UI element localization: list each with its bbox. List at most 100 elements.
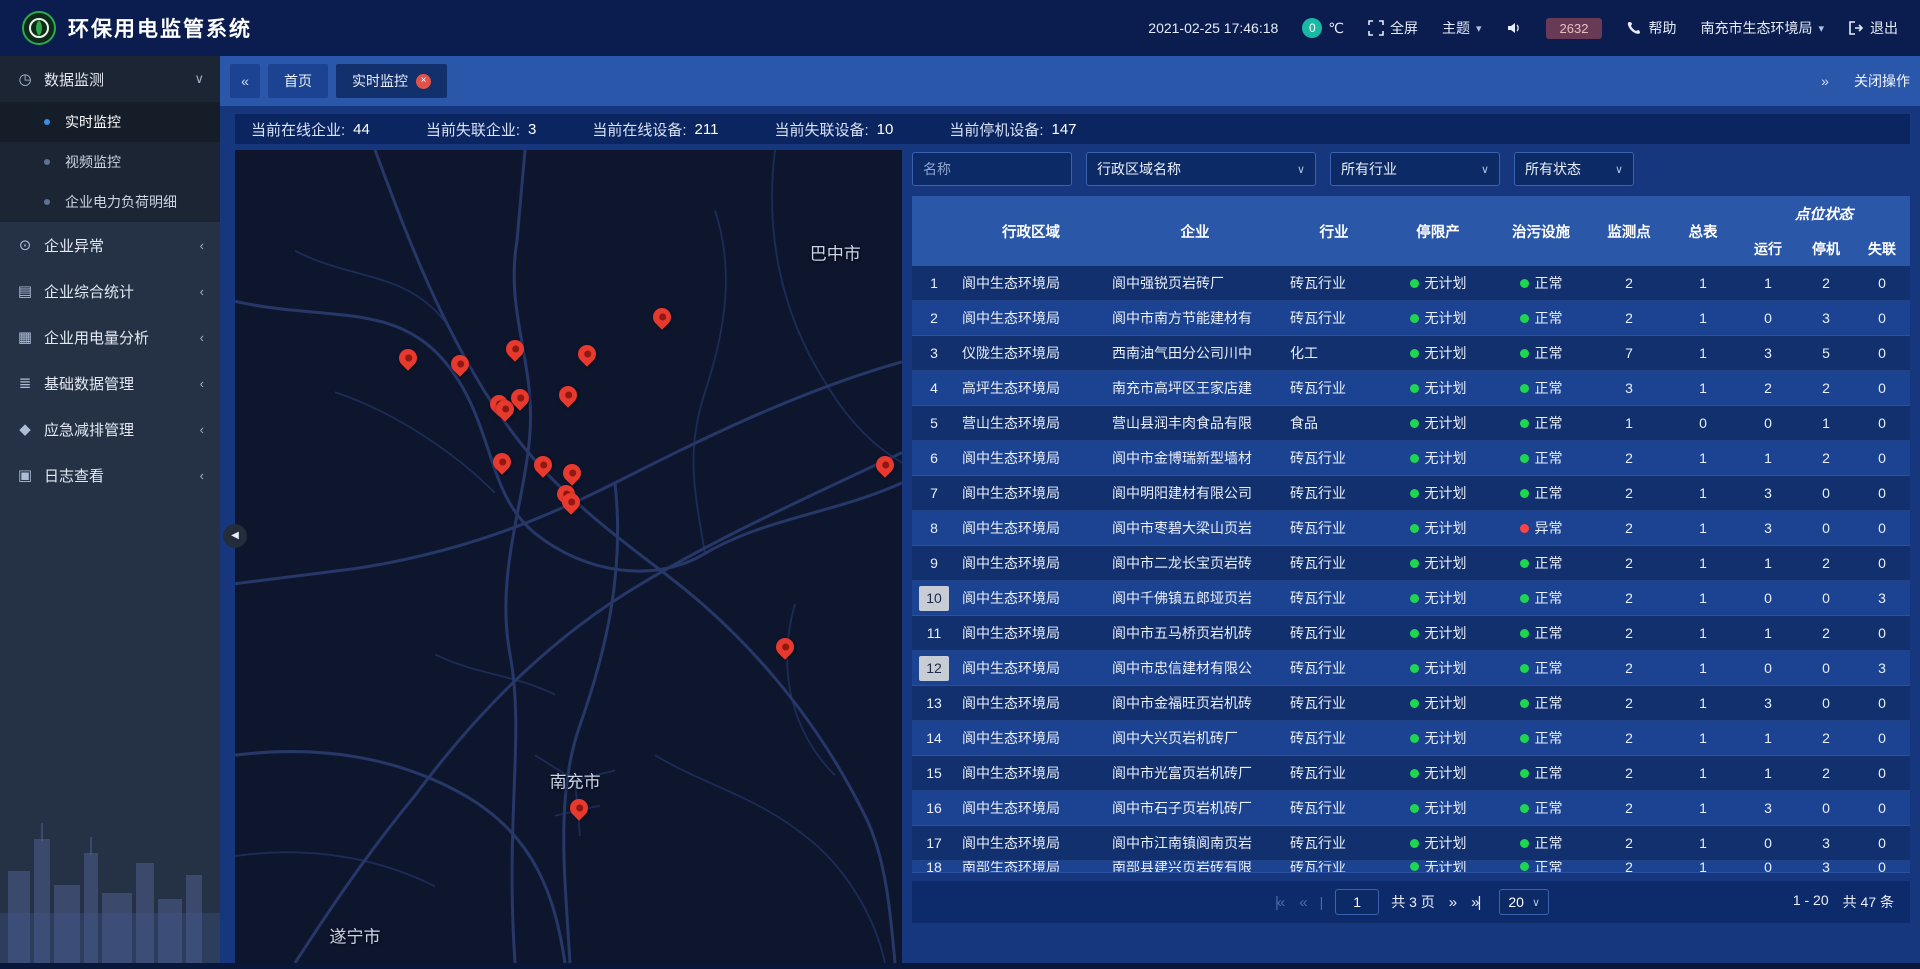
sidebar-subitem[interactable]: 视频监控 — [0, 142, 220, 182]
table-row[interactable]: 13 阆中生态环境局 阆中市金福旺页岩机砖 砖瓦行业 无计划 正常 2 1 3 … — [912, 686, 1910, 721]
window-edge — [0, 963, 1920, 969]
sidebar-item[interactable]: ⊙ 企业异常 ‹ — [0, 222, 220, 268]
sidebar-item[interactable]: ▦ 企业用电量分析 ‹ — [0, 314, 220, 360]
table-row[interactable]: 16 阆中生态环境局 阆中市石子页岩机砖厂 砖瓦行业 无计划 正常 2 1 3 … — [912, 791, 1910, 826]
region-select[interactable]: 行政区域名称 ∨ — [1086, 152, 1316, 186]
fullscreen-icon — [1368, 20, 1384, 36]
close-tab-icon[interactable]: × — [416, 74, 431, 89]
table-row[interactable]: 5 营山生态环境局 营山县润丰肉食品有限 食品 无计划 正常 1 0 0 1 0 — [912, 406, 1910, 441]
map-pin[interactable] — [653, 308, 671, 326]
stat-item: 当前失联企业: 3 — [426, 119, 537, 140]
page-number-input[interactable] — [1335, 889, 1379, 915]
map-pin[interactable] — [559, 386, 577, 404]
map-pin[interactable] — [562, 493, 580, 511]
speaker-icon[interactable] — [1506, 20, 1522, 36]
map-pin[interactable] — [776, 638, 794, 656]
table-row[interactable]: 1 阆中生态环境局 阆中强锐页岩砖厂 砖瓦行业 无计划 正常 2 1 1 2 0 — [912, 266, 1910, 301]
cell-region: 阆中生态环境局 — [956, 651, 1106, 685]
cell-limit: 无计划 — [1384, 581, 1492, 615]
cell-meter: 1 — [1668, 861, 1738, 872]
cell-stop: 2 — [1798, 266, 1854, 300]
tab[interactable]: 首页 — [268, 64, 328, 98]
cell-run: 2 — [1738, 371, 1798, 405]
table-row[interactable]: 10 阆中生态环境局 阆中千佛镇五郎垭页岩 砖瓦行业 无计划 正常 2 1 0 … — [912, 581, 1910, 616]
cell-region: 阆中生态环境局 — [956, 301, 1106, 335]
sidebar-item-label: 日志查看 — [44, 465, 104, 486]
cell-facility: 正常 — [1492, 686, 1590, 720]
theme-dropdown[interactable]: 主题 ▾ — [1442, 18, 1482, 38]
pagination-summary: 1 - 20 共 47 条 — [1793, 892, 1894, 912]
header-limit: 停限产 — [1384, 196, 1492, 266]
skyline-decoration — [0, 793, 220, 963]
map-pin[interactable] — [570, 799, 588, 817]
map-pin[interactable] — [511, 389, 529, 407]
table-row[interactable]: 9 阆中生态环境局 阆中市二龙长宝页岩砖 砖瓦行业 无计划 正常 2 1 1 2… — [912, 546, 1910, 581]
cell-stop: 0 — [1798, 511, 1854, 545]
sidebar-subitem[interactable]: 实时监控 — [0, 102, 220, 142]
cell-meter: 1 — [1668, 826, 1738, 860]
map-pin[interactable] — [534, 456, 552, 474]
name-search-input[interactable] — [912, 152, 1072, 186]
table-row[interactable]: 2 阆中生态环境局 阆中市南方节能建材有 砖瓦行业 无计划 正常 2 1 0 3… — [912, 301, 1910, 336]
sidebar-item[interactable]: ◆ 应急减排管理 ‹ — [0, 406, 220, 452]
map-pin[interactable] — [506, 340, 524, 358]
table-row[interactable]: 6 阆中生态环境局 阆中市金博瑞新型墙材 砖瓦行业 无计划 正常 2 1 1 2… — [912, 441, 1910, 476]
sidebar-item[interactable]: ▤ 企业综合统计 ‹ — [0, 268, 220, 314]
table-row[interactable]: 7 阆中生态环境局 阆中明阳建材有限公司 砖瓦行业 无计划 正常 2 1 3 0… — [912, 476, 1910, 511]
sidebar-item[interactable]: ◷ 数据监测 ∨ — [0, 56, 220, 102]
status-select[interactable]: 所有状态 ∨ — [1514, 152, 1634, 186]
first-page-icon[interactable]: |« — [1273, 894, 1285, 911]
cell-limit: 无计划 — [1384, 686, 1492, 720]
sidebar-item[interactable]: ≣ 基础数据管理 ‹ — [0, 360, 220, 406]
map-pin[interactable] — [451, 355, 469, 373]
tabs-scroll-right-icon[interactable]: » — [1810, 64, 1840, 98]
map-pin[interactable] — [493, 453, 511, 471]
cell-region: 阆中生态环境局 — [956, 581, 1106, 615]
table-row[interactable]: 8 阆中生态环境局 阆中市枣碧大梁山页岩 砖瓦行业 无计划 异常 2 1 3 0… — [912, 511, 1910, 546]
last-page-icon[interactable]: »| — [1469, 894, 1481, 911]
fullscreen-button[interactable]: 全屏 — [1368, 18, 1418, 38]
map-pin[interactable] — [578, 345, 596, 363]
cell-facility: 正常 — [1492, 616, 1590, 650]
tabs-scroll-left-icon[interactable]: « — [230, 64, 260, 98]
cell-industry: 砖瓦行业 — [1284, 756, 1384, 790]
next-page-icon[interactable]: » — [1447, 894, 1457, 911]
table-row[interactable]: 3 仪陇生态环境局 西南油气田分公司川中 化工 无计划 正常 7 1 3 5 0 — [912, 336, 1910, 371]
logout-button[interactable]: 退出 — [1848, 18, 1898, 38]
help-button[interactable]: 帮助 — [1626, 18, 1676, 38]
cell-points: 2 — [1590, 756, 1668, 790]
tab-bar: « 首页实时监控× » 关闭操作 — [220, 56, 1920, 106]
log-view-icon: ▣ — [16, 466, 34, 484]
cell-run: 1 — [1738, 756, 1798, 790]
status-dot-green — [1520, 384, 1529, 393]
table-row[interactable]: 4 高坪生态环境局 南充市高坪区王家店建 砖瓦行业 无计划 正常 3 1 2 2… — [912, 371, 1910, 406]
map-panel[interactable]: 巴中市南充市遂宁市 ◀ — [235, 150, 902, 963]
collapse-map-button[interactable]: ◀ — [223, 524, 247, 548]
sidebar-item-label: 企业综合统计 — [44, 281, 134, 302]
cell-points: 2 — [1590, 266, 1668, 300]
sidebar-subitem[interactable]: 企业电力负荷明细 — [0, 182, 220, 222]
chevron-left-icon: ‹ — [200, 376, 204, 391]
table-row[interactable]: 18 南部生态环境局 南部县建兴页岩砖有限 砖瓦行业 无计划 正常 2 1 0 … — [912, 861, 1910, 873]
table-row[interactable]: 17 阆中生态环境局 阆中市江南镇阆南页岩 砖瓦行业 无计划 正常 2 1 0 … — [912, 826, 1910, 861]
cell-facility: 正常 — [1492, 476, 1590, 510]
table-row[interactable]: 11 阆中生态环境局 阆中市五马桥页岩机砖 砖瓦行业 无计划 正常 2 1 1 … — [912, 616, 1910, 651]
cell-lost: 0 — [1854, 686, 1910, 720]
map-pin[interactable] — [563, 464, 581, 482]
tab[interactable]: 实时监控× — [336, 64, 447, 98]
map-pin[interactable] — [876, 456, 894, 474]
table-row[interactable]: 15 阆中生态环境局 阆中市光富页岩机砖厂 砖瓦行业 无计划 正常 2 1 1 … — [912, 756, 1910, 791]
table-row[interactable]: 12 阆中生态环境局 阆中市忠信建材有限公 砖瓦行业 无计划 正常 2 1 0 … — [912, 651, 1910, 686]
map-pin[interactable] — [399, 349, 417, 367]
table-row[interactable]: 14 阆中生态环境局 阆中大兴页岩机砖厂 砖瓦行业 无计划 正常 2 1 1 2… — [912, 721, 1910, 756]
page-size-select[interactable]: 20 ∨ — [1499, 889, 1549, 915]
map-overlay: 巴中市南充市遂宁市 — [235, 150, 902, 963]
data-monitor-icon: ◷ — [16, 70, 34, 88]
prev-page-icon[interactable]: « — [1297, 894, 1307, 911]
notification-count-badge[interactable]: 2632 — [1546, 18, 1603, 39]
org-dropdown[interactable]: 南充市生态环境局 ▾ — [1700, 18, 1824, 38]
cell-meter: 1 — [1668, 336, 1738, 370]
industry-select[interactable]: 所有行业 ∨ — [1330, 152, 1500, 186]
close-operations-button[interactable]: 关闭操作 — [1854, 71, 1910, 91]
sidebar-item[interactable]: ▣ 日志查看 ‹ — [0, 452, 220, 498]
